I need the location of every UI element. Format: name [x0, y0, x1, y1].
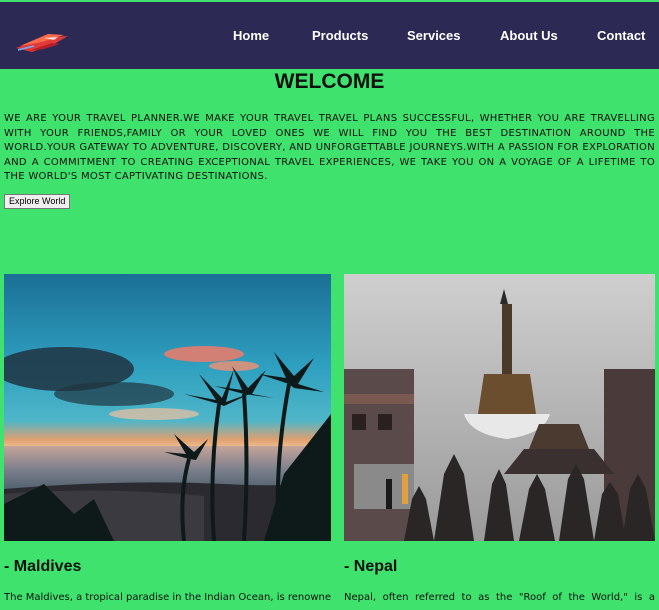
- destination-description-nepal: Nepal, often referred to as the "Roof of…: [344, 592, 655, 603]
- nav-link-services[interactable]: Services: [407, 28, 461, 43]
- nav-link-about-us[interactable]: About Us: [500, 28, 558, 43]
- logo-icon[interactable]: [14, 24, 70, 56]
- destination-title-maldives: - Maldives: [4, 558, 82, 575]
- explore-world-button[interactable]: Explore World: [4, 194, 71, 209]
- nepal-photo: [344, 274, 655, 541]
- nav-link-products[interactable]: Products: [312, 28, 368, 43]
- destination-description-maldives: The Maldives, a tropical paradise in the…: [4, 592, 331, 603]
- maldives-photo: [4, 274, 331, 541]
- page-title: WELCOME: [274, 70, 385, 93]
- nav-link-home[interactable]: Home: [233, 28, 269, 43]
- navbar: Home Products Services About Us Contact: [0, 2, 659, 69]
- intro-paragraph: WE ARE YOUR TRAVEL PLANNER.WE MAKE YOUR …: [4, 113, 655, 182]
- nav-link-contact[interactable]: Contact: [597, 28, 645, 43]
- destination-title-nepal: - Nepal: [344, 558, 398, 575]
